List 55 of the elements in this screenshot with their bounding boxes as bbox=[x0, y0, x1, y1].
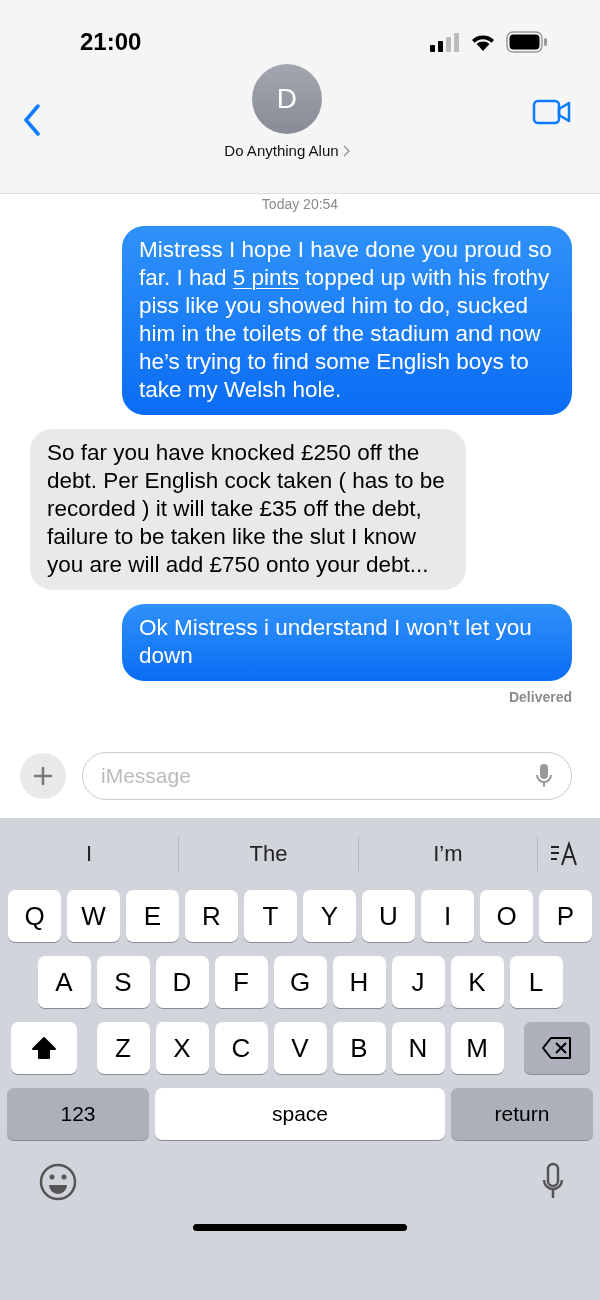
shift-key[interactable] bbox=[10, 1022, 77, 1074]
word-suggestion[interactable]: The bbox=[179, 841, 358, 867]
letter-key[interactable]: O bbox=[480, 890, 533, 942]
sent-message: Ok Mistress i understand I won’t let you down bbox=[122, 604, 572, 681]
space-key[interactable]: space bbox=[155, 1088, 445, 1140]
letter-key[interactable]: E bbox=[126, 890, 179, 942]
letter-key[interactable]: Z bbox=[96, 1022, 150, 1074]
letter-key[interactable]: I bbox=[421, 890, 474, 942]
letter-key[interactable]: H bbox=[332, 956, 386, 1008]
letter-key[interactable]: A bbox=[37, 956, 91, 1008]
letter-key[interactable]: Q bbox=[8, 890, 61, 942]
status-time: 21:00 bbox=[80, 28, 142, 56]
message-link[interactable]: 5 pints bbox=[232, 265, 300, 290]
letter-key[interactable]: W bbox=[67, 890, 120, 942]
letter-key[interactable]: K bbox=[450, 956, 504, 1008]
message-timestamp: Today 20:54 bbox=[260, 196, 340, 212]
letter-key[interactable]: P bbox=[539, 890, 592, 942]
numbers-key[interactable]: 123 bbox=[7, 1088, 149, 1140]
shift-arrow-icon bbox=[30, 1036, 57, 1060]
word-suggestion[interactable]: I bbox=[0, 841, 179, 867]
letter-key[interactable]: F bbox=[214, 956, 268, 1008]
contact-name[interactable]: Do Anything Alun bbox=[224, 142, 350, 159]
letter-key[interactable]: T bbox=[244, 890, 297, 942]
delete-key[interactable] bbox=[523, 1022, 590, 1074]
text-format-icon[interactable] bbox=[550, 841, 580, 867]
letter-key[interactable]: C bbox=[214, 1022, 268, 1074]
message-field[interactable]: iMessage bbox=[82, 752, 572, 800]
add-button[interactable] bbox=[20, 753, 66, 799]
letter-key[interactable]: D bbox=[155, 956, 209, 1008]
letter-key[interactable]: B bbox=[332, 1022, 386, 1074]
letter-key[interactable]: V bbox=[273, 1022, 327, 1074]
chevron-icon bbox=[342, 144, 350, 157]
letter-key[interactable]: Y bbox=[303, 890, 356, 942]
plus-icon bbox=[33, 766, 53, 786]
letter-key[interactable]: X bbox=[155, 1022, 209, 1074]
letter-key[interactable]: N bbox=[391, 1022, 445, 1074]
letter-key[interactable]: U bbox=[362, 890, 415, 942]
delete-icon bbox=[540, 1036, 573, 1060]
letter-key[interactable]: G bbox=[273, 956, 327, 1008]
word-suggestion[interactable]: I’m bbox=[358, 841, 537, 867]
letter-key[interactable]: S bbox=[96, 956, 150, 1008]
delivery-status: Delivered bbox=[508, 689, 572, 705]
letter-key[interactable]: M bbox=[450, 1022, 504, 1074]
battery-icon bbox=[506, 31, 548, 53]
received-message: So far you have knocked £250 off the debt. Per English cock taken ( has to be recorded ) it will take £35 off the debt, failure to be taken like the slut I know you are will add £750 onto your debt... bbox=[30, 429, 466, 590]
signal-icon bbox=[430, 32, 460, 52]
back-icon[interactable] bbox=[22, 104, 42, 136]
return-key[interactable]: return bbox=[451, 1088, 593, 1140]
video-camera-icon[interactable] bbox=[532, 98, 572, 126]
letter-key[interactable]: R bbox=[185, 890, 238, 942]
sent-message: Mistress I hope I have done you proud so far. I had 5 pints topped up with his frothy piss like you showed him to do, sucked him in the toilets of the stadium and now he’s trying to find some English boys to take my Welsh hole. bbox=[122, 226, 572, 415]
letter-key[interactable]: J bbox=[391, 956, 445, 1008]
emoji-icon[interactable] bbox=[38, 1162, 78, 1202]
microphone-icon[interactable] bbox=[536, 763, 552, 789]
letter-key[interactable]: L bbox=[509, 956, 563, 1008]
